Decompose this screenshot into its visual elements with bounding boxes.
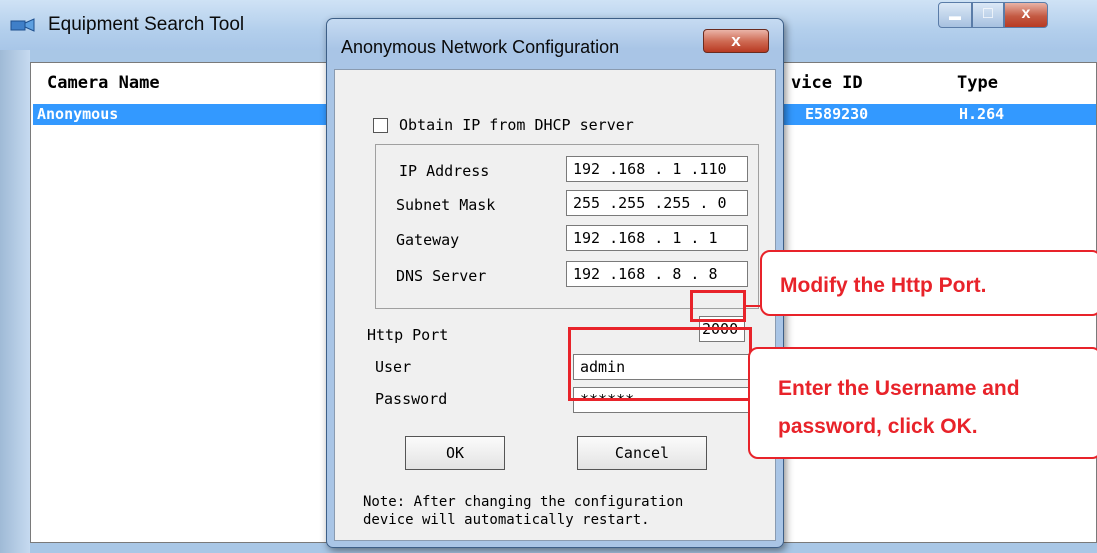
cell-type: H.264 — [959, 105, 1005, 123]
close-button[interactable]: x — [1004, 2, 1048, 28]
ip-address-label: IP Address — [399, 162, 490, 180]
column-device-id[interactable]: vice ID — [791, 73, 863, 93]
close-icon: x — [1021, 5, 1031, 22]
dialog-close-button[interactable]: x — [703, 29, 769, 53]
minimize-button[interactable]: ▬ — [938, 2, 972, 28]
subnet-mask-field[interactable]: 255 .255 .255 . 0 — [566, 190, 748, 216]
note-line-1: Note: After changing the configuration — [363, 494, 684, 510]
http-port-highlight — [690, 290, 746, 322]
minimize-icon: ▬ — [949, 9, 961, 23]
password-label: Password — [375, 390, 448, 408]
credentials-highlight — [568, 327, 752, 401]
app-icon — [10, 18, 35, 32]
column-camera-name[interactable]: Camera Name — [47, 73, 160, 93]
http-port-callout-text: Modify the Http Port. — [780, 274, 987, 297]
column-type[interactable]: Type — [957, 73, 998, 93]
close-icon: x — [731, 31, 741, 50]
http-port-connector — [746, 305, 760, 307]
maximize-icon: □ — [983, 5, 993, 22]
window-frame-edge — [0, 50, 30, 553]
http-port-label: Http Port — [367, 326, 449, 344]
maximize-button[interactable]: □ — [972, 2, 1004, 28]
dns-server-label: DNS Server — [396, 267, 487, 285]
dhcp-checkbox[interactable] — [373, 118, 388, 133]
cell-device-id: E589230 — [805, 105, 869, 123]
dhcp-label: Obtain IP from DHCP server — [399, 116, 634, 134]
dialog-title: Anonymous Network Configuration — [341, 37, 620, 57]
gateway-field[interactable]: 192 .168 . 1 . 1 — [566, 225, 748, 251]
ip-settings-group: IP Address 192 .168 . 1 .110 Subnet Mask… — [375, 144, 759, 309]
cancel-button[interactable]: Cancel — [577, 436, 707, 470]
network-config-dialog: Anonymous Network Configuration x Obtain… — [326, 18, 784, 548]
credentials-callout-line-2: password, click OK. — [778, 415, 978, 438]
subnet-mask-label: Subnet Mask — [396, 196, 496, 214]
http-port-callout: Modify the Http Port. — [760, 250, 1097, 316]
credentials-callout-line-1: Enter the Username and — [778, 377, 1020, 400]
ip-address-field[interactable]: 192 .168 . 1 .110 — [566, 156, 748, 182]
ok-button[interactable]: OK — [405, 436, 505, 470]
credentials-callout: Enter the Username and password, click O… — [748, 347, 1097, 459]
note-line-2: device will automatically restart. — [363, 512, 650, 528]
dns-server-field[interactable]: 192 .168 . 8 . 8 — [566, 261, 748, 287]
cell-camera-name: Anonymous — [37, 105, 119, 123]
window-title: Equipment Search Tool — [48, 14, 245, 35]
gateway-label: Gateway — [396, 231, 460, 249]
user-label: User — [375, 358, 412, 376]
